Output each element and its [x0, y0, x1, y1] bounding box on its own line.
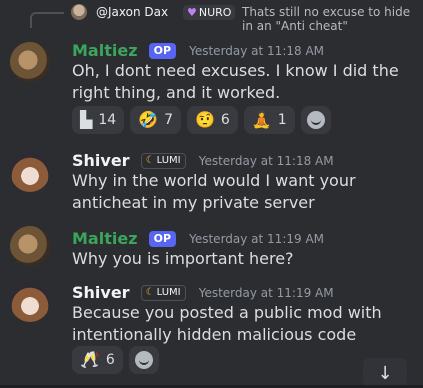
crescent-icon: ☾: [145, 154, 155, 166]
reaction-count: 1: [277, 112, 287, 128]
message: Shiver ☾ LUMI Yesterday at 11:19 AM Becau…: [0, 282, 423, 388]
message-header: Maltiez OP Yesterday at 11:19 AM: [72, 228, 324, 248]
message: Maltiez OP Yesterday at 11:19 AM Why you…: [0, 226, 423, 272]
jump-to-present-button[interactable]: ↓: [363, 358, 407, 388]
reactions: ▙ 14 🤣 7 🤨 6 🧘 1: [72, 106, 331, 134]
custom-emoji-icon: ▙: [80, 110, 93, 129]
reply-username[interactable]: @Jaxon Dax: [96, 5, 168, 19]
reaction[interactable]: ▙ 14: [72, 106, 125, 134]
reaction-count: 6: [220, 112, 230, 128]
timestamp: Yesterday at 11:19 AM: [189, 231, 325, 246]
message: Maltiez OP Yesterday at 11:18 AM Oh, I d…: [0, 40, 423, 134]
clinking-glasses-emoji-icon: 🥂: [80, 350, 100, 369]
author-name[interactable]: Shiver: [72, 151, 130, 170]
avatar[interactable]: [10, 282, 50, 322]
message-text: Why in the world would I want your antic…: [72, 171, 356, 212]
timestamp: Yesterday at 11:19 AM: [198, 285, 334, 300]
avatar[interactable]: [10, 152, 50, 192]
reply-tag: ♥ NURO: [183, 5, 236, 20]
rofl-emoji-icon: 🤣: [138, 110, 159, 129]
message-header: Maltiez OP Yesterday at 11:18 AM: [72, 40, 324, 60]
reaction-count: 14: [98, 112, 117, 128]
timestamp: Yesterday at 11:18 AM: [189, 43, 325, 58]
message-text: Oh, I dont need excuses. I know I did th…: [72, 61, 399, 102]
reply-spine: [30, 12, 64, 28]
raised-eyebrow-emoji-icon: 🤨: [194, 110, 215, 129]
avatar[interactable]: [10, 226, 50, 266]
heart-icon: ♥: [187, 6, 197, 19]
message-text: Because you posted a public mod with int…: [72, 303, 382, 344]
reaction[interactable]: 🤨 6: [186, 106, 238, 134]
avatar[interactable]: [10, 42, 50, 82]
reaction[interactable]: 🤣 7: [130, 106, 181, 134]
reply-preview[interactable]: @Jaxon Dax ♥ NURO Thats still no excuse t…: [30, 4, 415, 36]
reaction-count: 7: [164, 112, 173, 128]
message-text: Why you is important here?: [72, 249, 294, 268]
reaction[interactable]: 🥂 6: [72, 346, 123, 374]
crescent-icon: ☾: [145, 286, 155, 298]
arrow-down-icon: ↓: [377, 362, 393, 384]
lumi-tag: ☾ LUMI: [140, 152, 186, 169]
smile-icon: [306, 111, 325, 129]
reply-avatar[interactable]: [71, 4, 87, 20]
smile-icon: [134, 351, 153, 369]
reactions: 🥂 6: [72, 346, 159, 374]
reply-tag-label: NURO: [198, 6, 232, 19]
timestamp: Yesterday at 11:18 AM: [198, 153, 334, 168]
message: Shiver ☾ LUMI Yesterday at 11:18 AM Why i…: [0, 150, 423, 212]
reply-text[interactable]: Thats still no excuse to hide in an "Ant…: [242, 5, 417, 33]
author-name[interactable]: Maltiez: [72, 229, 138, 248]
add-reaction-button[interactable]: [128, 346, 159, 374]
author-name[interactable]: Maltiez: [72, 41, 138, 60]
message-header: Shiver ☾ LUMI Yesterday at 11:19 AM: [72, 282, 334, 302]
lumi-tag-label: LUMI: [156, 154, 181, 166]
add-reaction-button[interactable]: [300, 106, 331, 134]
op-badge: OP: [148, 230, 177, 247]
lumi-tag-label: LUMI: [156, 286, 181, 298]
author-name[interactable]: Shiver: [72, 283, 130, 302]
chat-area: @Jaxon Dax ♥ NURO Thats still no excuse t…: [0, 0, 423, 388]
message-header: Shiver ☾ LUMI Yesterday at 11:18 AM: [72, 150, 334, 170]
reaction-count: 6: [105, 352, 115, 368]
reaction[interactable]: 🧘 1: [243, 106, 295, 134]
meditation-emoji-icon: 🧘: [251, 110, 272, 129]
lumi-tag: ☾ LUMI: [140, 284, 186, 301]
op-badge: OP: [148, 42, 177, 59]
